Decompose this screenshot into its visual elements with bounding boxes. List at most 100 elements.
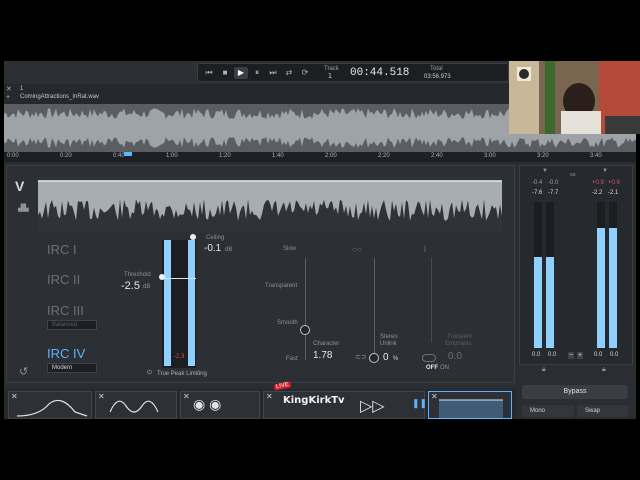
close-icon[interactable]: ✕ (266, 392, 273, 401)
stop-button[interactable]: ■ (218, 67, 232, 79)
playhead-marker[interactable] (124, 152, 132, 156)
maximizer-module-panel: V ▟▙ IRC I IRC II IRC III Balanced IRC I… (6, 165, 515, 383)
module-eq[interactable]: ✕ (8, 391, 92, 419)
mono-button[interactable]: Mono (522, 405, 574, 417)
tick-label: 3:00 (484, 153, 496, 159)
timeline-ruler[interactable]: 0:00 0:20 0:40 1:00 1:20 1:40 2:00 2:20 … (4, 152, 636, 162)
gain-minus-button[interactable]: − (568, 352, 575, 359)
play-button[interactable]: ▶ (234, 67, 248, 79)
sine-wave-icon (109, 400, 159, 413)
irc-4-style-select[interactable]: Modern (47, 363, 97, 373)
transient-value[interactable]: 0.0 (448, 351, 462, 362)
threshold-value[interactable]: -2.5 (121, 280, 140, 292)
output-peak-r: +0.6 (608, 180, 620, 186)
ceiling-unit: dB (225, 247, 233, 253)
module-active-limiter[interactable]: ✕ (428, 391, 512, 419)
total-label: Total (430, 66, 443, 72)
close-icon[interactable]: ✕ (98, 392, 105, 401)
gr-readout: -2.3 (174, 354, 185, 360)
transient-slider-track[interactable] (431, 258, 432, 342)
eq-curve-icon (16, 399, 88, 417)
irc-1-mode[interactable]: IRC I (47, 242, 77, 257)
tick-label: 2:00 (325, 153, 337, 159)
irc-3-mode[interactable]: IRC III (47, 303, 84, 318)
tick-label: 2:20 (378, 153, 390, 159)
channel-brand-watermark: KingKirkTv (283, 395, 345, 406)
on-label[interactable]: ON (440, 365, 449, 371)
close-icon[interactable]: ✕ (6, 85, 12, 93)
track-number: 1 (328, 73, 332, 80)
character-knob[interactable] (300, 325, 310, 335)
stereo-link-icon: ⊂⊃ (355, 354, 367, 361)
undo-icon[interactable]: ↺ (19, 365, 28, 378)
loop-button[interactable]: ⇄ (282, 67, 296, 79)
output-foot-l: 0.0 (594, 352, 603, 358)
refresh-button[interactable]: ⟳ (298, 67, 312, 79)
rewind-start-button[interactable]: ⏮ (202, 67, 216, 79)
io-meters-panel: -0.4 -0.0 -7.6 -7.7 +0.9 +0.6 -2.2 -2.1 … (519, 165, 633, 365)
swap-button[interactable]: Swap (577, 405, 628, 417)
stereo-unlink-knob[interactable] (369, 353, 379, 363)
tick-label: 0:20 (60, 153, 72, 159)
smooth-label: Smooth (277, 320, 298, 326)
file-name[interactable]: ComingAttractions_InRat.wav (20, 94, 99, 100)
stereo-unit: % (393, 356, 399, 362)
transient-toggle[interactable] (422, 354, 436, 362)
output-collapse-icon[interactable]: ▼ (602, 168, 608, 174)
current-time: 00:44.518 (350, 67, 410, 79)
tick-label: 1:40 (272, 153, 284, 159)
ceiling-handle[interactable] (190, 234, 196, 240)
link-meters-icon[interactable]: ∞ (570, 170, 576, 179)
link-icon[interactable]: ○○ (352, 245, 362, 254)
webcam-overlay (509, 61, 640, 134)
gain-plus-button[interactable]: + (577, 352, 584, 359)
transient-icon: ⌇ (423, 245, 427, 254)
dynamics-arrows-icon: ▷▷ (360, 398, 385, 415)
input-lock-icon[interactable]: 🔒︎ (542, 366, 546, 374)
input-foot-l: 0.0 (532, 352, 541, 358)
skip-end-button[interactable]: ⏭ (266, 67, 280, 79)
module-chain-strip: ✕ ✕ ✕ ◉ ◉ ✕ ▷▷ ❚❚ ✕ (4, 389, 516, 419)
threshold-ceiling-faders[interactable]: -2.3 (162, 240, 196, 368)
close-icon[interactable]: ✕ (431, 392, 438, 401)
ceiling-value[interactable]: -0.1 (204, 243, 221, 254)
pause-button[interactable]: ⏸ (250, 67, 264, 79)
close-icon[interactable]: ✕ (183, 392, 190, 401)
scope-icon[interactable]: ▟▙ (18, 204, 29, 212)
track-label: Track (324, 66, 339, 72)
character-value[interactable]: 1.78 (313, 350, 332, 361)
power-icon[interactable]: ⏻ (147, 370, 152, 377)
plus-icon[interactable]: + (6, 94, 10, 101)
off-label[interactable]: OFF (426, 365, 438, 371)
module-imager[interactable]: ✕ ◉ ◉ (180, 391, 260, 419)
threshold-handle[interactable] (159, 274, 165, 280)
output-rms-r: -2.1 (608, 190, 619, 196)
total-time: 03:56.973 (424, 74, 451, 80)
limiter-mini-wave-icon (439, 399, 503, 418)
true-peak-label[interactable]: True Peak Limiting (157, 371, 207, 377)
tick-label: 3:20 (537, 153, 549, 159)
stereo-label: Stereo (380, 334, 398, 340)
character-slider-track[interactable] (305, 258, 306, 360)
character-label: Character (313, 341, 340, 347)
tick-label: 0:40 (113, 153, 125, 159)
output-lock-icon[interactable]: 🔒︎ (602, 366, 606, 374)
stereo-slider-track[interactable] (374, 258, 375, 358)
irc-2-mode[interactable]: IRC II (47, 272, 80, 287)
stereo-value[interactable]: 0 (383, 352, 389, 363)
unlink-label: Unlink (380, 341, 397, 347)
tick-label: 3:40 (590, 153, 602, 159)
bypass-button[interactable]: Bypass (522, 385, 628, 399)
module-dynamic-eq[interactable]: ✕ (95, 391, 177, 419)
input-collapse-icon[interactable]: ▼ (542, 168, 548, 174)
transient-label: Transient (447, 334, 472, 340)
irc-4-mode[interactable]: IRC IV (47, 346, 85, 361)
input-peak-l: -0.4 (532, 180, 543, 186)
ceiling-label: Ceiling (206, 235, 225, 241)
threshold-meter-right (188, 240, 195, 366)
irc-3-style-select[interactable]: Balanced (47, 320, 97, 330)
ozone-logo-icon: V (15, 178, 25, 194)
limiter-waveform-graphic (38, 180, 502, 221)
close-icon[interactable]: ✕ (11, 392, 18, 401)
output-peak-l: +0.9 (592, 180, 604, 186)
